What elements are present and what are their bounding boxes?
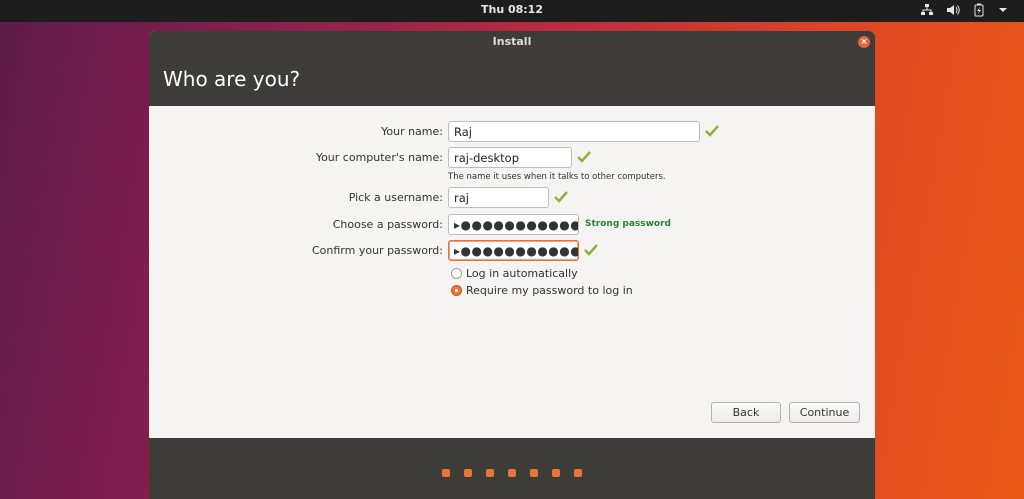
top-panel: Thu 08:12 [0,0,1024,22]
computer-name-hint: The name it uses when it talks to other … [448,172,666,182]
login-automatically-label[interactable]: Log in automatically [466,267,578,280]
radio-button[interactable] [451,284,462,296]
progress-dot [442,469,450,477]
computer-name-row: Your computer's name: raj-desktop [149,147,875,169]
progress-dot [530,469,538,477]
installer-window: Install × Who are you? Your name: Raj Yo… [149,31,875,499]
battery-icon[interactable] [972,3,988,17]
require-password-label[interactable]: Require my password to log in [466,284,633,297]
close-icon[interactable]: × [858,36,870,48]
password-input[interactable]: ▸●●●●●●●●●●●●● [448,214,579,235]
username-input[interactable]: raj [448,187,549,208]
confirm-password-row: Confirm your password: ▸●●●●●●●●●●●●● [149,240,875,262]
page-header: Who are you? [149,53,875,106]
check-icon [704,123,720,139]
password-label: Choose a password: [332,218,443,231]
login-automatically-option[interactable]: Log in automatically [451,265,578,281]
network-icon[interactable] [920,3,936,17]
require-password-option[interactable]: Require my password to log in [451,282,633,298]
volume-icon[interactable] [946,3,962,17]
clock[interactable]: Thu 08:12 [0,3,1024,16]
window-titlebar[interactable]: Install × [149,31,875,53]
check-icon [553,189,569,205]
system-tray[interactable] [920,3,1014,17]
name-input[interactable]: Raj [448,121,700,142]
back-button[interactable]: Back [711,402,781,423]
progress-dot [574,469,582,477]
password-strength: Strong password [585,219,671,229]
radio-button[interactable] [451,267,462,279]
username-row: Pick a username: raj [149,187,875,209]
confirm-password-input[interactable]: ▸●●●●●●●●●●●●● [448,240,579,261]
confirm-password-label: Confirm your password: [311,244,443,257]
check-icon [583,242,599,258]
installer-footer [149,438,875,499]
password-row: Choose a password: ▸●●●●●●●●●●●●● Strong… [149,214,875,236]
progress-indicator [442,469,582,477]
check-icon [576,149,592,165]
progress-dot [552,469,560,477]
computer-name-input[interactable]: raj-desktop [448,147,572,168]
form-area: Your name: Raj Your computer's name: raj… [149,106,875,438]
progress-dot [508,469,516,477]
progress-dot [486,469,494,477]
menu-arrow-icon[interactable] [998,3,1014,17]
name-row: Your name: Raj [149,121,875,143]
computer-name-label: Your computer's name: [315,151,443,164]
username-label: Pick a username: [348,191,443,204]
progress-dot [464,469,472,477]
window-title: Install [492,35,532,48]
page-title: Who are you? [163,67,301,91]
name-label: Your name: [381,125,443,138]
continue-button[interactable]: Continue [789,402,860,423]
